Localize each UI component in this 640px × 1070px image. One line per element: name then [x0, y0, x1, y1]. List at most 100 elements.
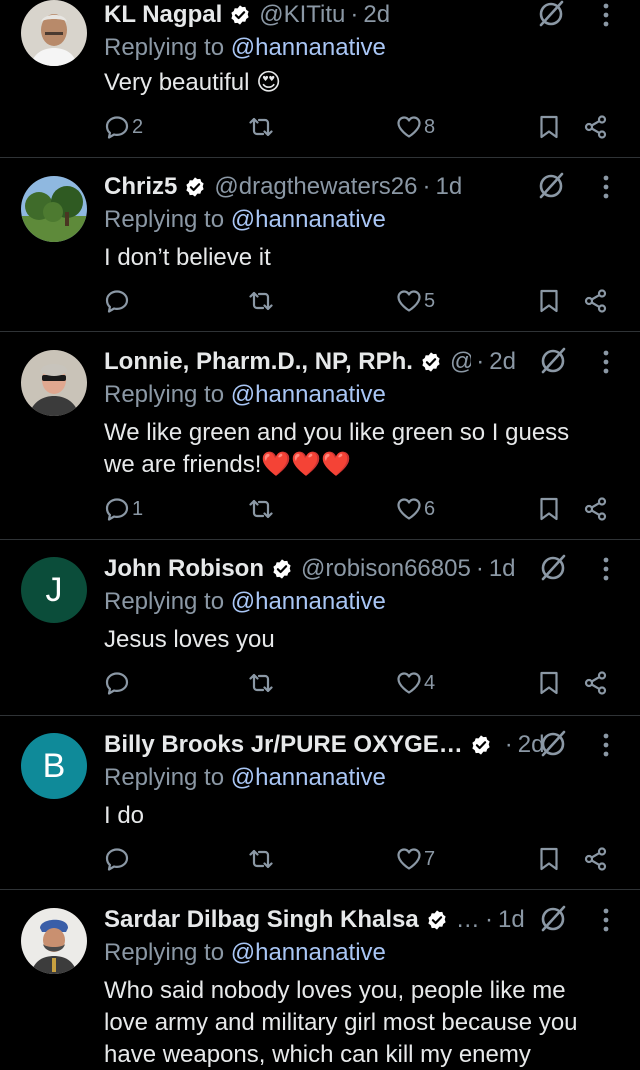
bookmark-button[interactable] [536, 846, 562, 872]
more-icon[interactable] [598, 172, 614, 202]
author-handle[interactable]: @dragthewaters26 [214, 173, 417, 201]
post-header: John Robison @robison66805 · 1d [104, 554, 580, 584]
bookmark-button[interactable] [536, 496, 562, 522]
separator-dot: · [485, 906, 493, 933]
grok-icon[interactable] [538, 346, 568, 376]
avatar[interactable] [21, 350, 87, 416]
more-icon[interactable] [598, 554, 614, 584]
verified-badge-icon [420, 351, 442, 373]
post-time[interactable]: 2d [489, 348, 516, 376]
author-handle[interactable]: @… [450, 348, 471, 376]
action-bar: 5 [0, 288, 640, 318]
more-icon[interactable] [598, 905, 614, 935]
avatar-photo [21, 350, 87, 416]
replying-to: Replying to @hannanative [104, 206, 386, 234]
like-icon [396, 846, 422, 872]
author-handle[interactable]: @robison66805 [301, 555, 471, 583]
more-icon[interactable] [598, 347, 614, 377]
reply-mention[interactable]: @hannanative [231, 381, 386, 408]
author-name[interactable]: Lonnie, Pharm.D., NP, RPh. [104, 348, 413, 376]
post[interactable]: J John Robison @robison66805 · 1d Replyi… [0, 554, 640, 716]
avatar-photo [21, 176, 87, 242]
grok-icon[interactable] [538, 729, 568, 759]
reply-button[interactable]: 1 [104, 496, 143, 522]
author-name[interactable]: Sardar Dilbag Singh Khalsa [104, 906, 419, 934]
more-icon[interactable] [598, 0, 614, 30]
like-button[interactable]: 6 [396, 496, 435, 522]
reply-prefix: Replying to [104, 381, 225, 408]
avatar[interactable]: B [21, 733, 87, 799]
verified-badge-icon [426, 909, 448, 931]
author-name[interactable]: Billy Brooks Jr/PURE OXYGE… [104, 731, 463, 759]
author-handle[interactable]: … [456, 906, 480, 934]
reply-mention[interactable]: @hannanative [231, 764, 386, 791]
repost-button[interactable] [248, 496, 274, 522]
like-button[interactable]: 4 [396, 670, 435, 696]
post-time[interactable]: 1d [498, 906, 525, 934]
post[interactable]: Lonnie, Pharm.D., NP, RPh. @… · 2d Reply… [0, 347, 640, 540]
bookmark-button[interactable] [536, 670, 562, 696]
like-button[interactable]: 8 [396, 114, 435, 140]
post[interactable]: KL Nagpal @KITitu · 2d Replying to @hann… [0, 0, 640, 158]
separator-dot: · [422, 173, 431, 200]
replying-to: Replying to @hannanative [104, 939, 386, 967]
replying-to: Replying to @hannanative [104, 34, 386, 62]
grok-icon[interactable] [536, 171, 566, 201]
post-text: Who said nobody loves you, people like m… [104, 977, 578, 1068]
like-button[interactable]: 7 [396, 846, 435, 872]
verified-badge-icon [229, 4, 251, 26]
like-icon [396, 114, 422, 140]
avatar-photo [21, 908, 87, 974]
repost-icon [248, 114, 274, 140]
reply-button[interactable] [104, 670, 132, 696]
author-handle[interactable]: @KITitu [259, 1, 345, 29]
author-name[interactable]: Chriz5 [104, 173, 177, 201]
avatar[interactable] [21, 0, 87, 66]
grok-icon[interactable] [538, 904, 568, 934]
share-button[interactable] [583, 288, 609, 314]
post[interactable]: Chriz5 @dragthewaters26 · 1d Replying to… [0, 172, 640, 332]
reply-mention[interactable]: @hannanative [231, 206, 386, 233]
action-bar: 4 [0, 670, 640, 700]
reply-mention[interactable]: @hannanative [231, 939, 386, 966]
share-button[interactable] [583, 846, 609, 872]
author-name[interactable]: John Robison [104, 555, 264, 583]
repost-button[interactable] [248, 670, 274, 696]
avatar[interactable]: J [21, 557, 87, 623]
repost-icon [248, 670, 274, 696]
post-time[interactable]: 1d [436, 173, 463, 201]
bookmark-button[interactable] [536, 288, 562, 314]
post-time-group: · 1d [480, 905, 525, 935]
post[interactable]: B Billy Brooks Jr/PURE OXYGE… · 2d Reply… [0, 730, 640, 890]
grok-icon[interactable] [536, 0, 566, 29]
reply-mention[interactable]: @hannanative [231, 588, 386, 615]
repost-button[interactable] [248, 288, 274, 314]
author-name[interactable]: KL Nagpal [104, 1, 222, 29]
reply-icon [104, 846, 130, 872]
verified-badge-icon [271, 558, 293, 580]
share-button[interactable] [583, 114, 609, 140]
post[interactable]: Sardar Dilbag Singh Khalsa … · 1d Replyi… [0, 905, 640, 1070]
post-text: We like green and you like green so I gu… [104, 419, 570, 478]
avatar[interactable] [21, 908, 87, 974]
post-time[interactable]: 2d [363, 1, 390, 29]
bookmark-button[interactable] [536, 114, 562, 140]
more-icon[interactable] [598, 730, 614, 760]
reply-icon [104, 670, 130, 696]
post-header: Chriz5 @dragthewaters26 · 1d [104, 172, 580, 202]
like-button[interactable]: 5 [396, 288, 435, 314]
like-count: 5 [424, 289, 436, 312]
like-icon [396, 288, 422, 314]
repost-button[interactable] [248, 846, 274, 872]
reply-button[interactable] [104, 288, 132, 314]
reply-mention[interactable]: @hannanative [231, 34, 386, 61]
post-header: Sardar Dilbag Singh Khalsa … [104, 905, 500, 935]
post-time[interactable]: 1d [489, 555, 516, 583]
reply-button[interactable]: 2 [104, 114, 143, 140]
reply-button[interactable] [104, 846, 132, 872]
share-button[interactable] [583, 670, 609, 696]
repost-button[interactable] [248, 114, 274, 140]
avatar[interactable] [21, 176, 87, 242]
grok-icon[interactable] [538, 553, 568, 583]
share-button[interactable] [583, 496, 609, 522]
